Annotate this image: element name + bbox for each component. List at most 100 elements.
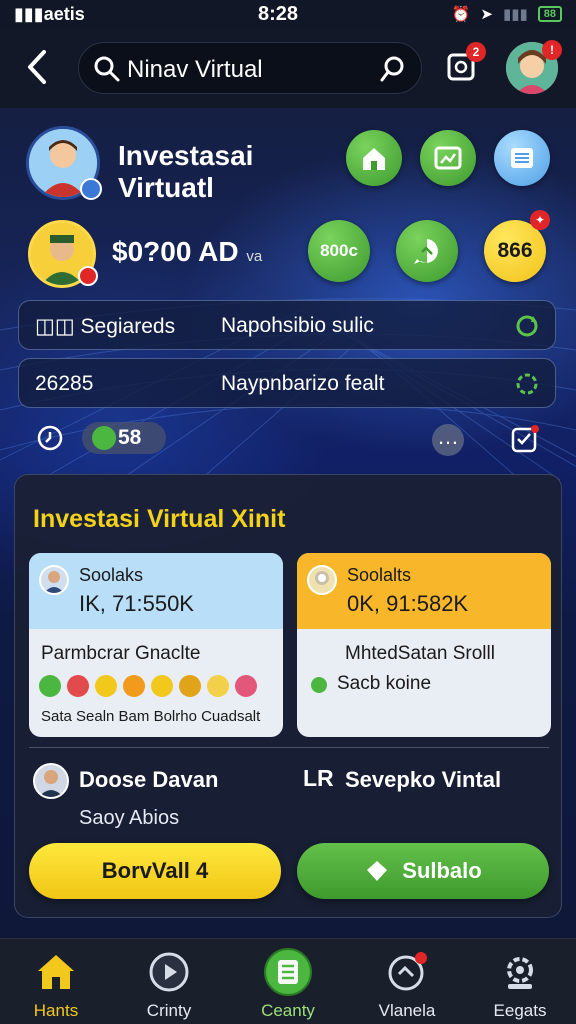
verified-icon bbox=[80, 178, 102, 200]
person-subtitle: Saoy Abios bbox=[79, 807, 180, 829]
house-icon bbox=[363, 148, 385, 170]
info-row[interactable]: 26285 Naypnbarizo fealt bbox=[18, 358, 556, 408]
divider bbox=[29, 747, 549, 748]
secondary-action-button[interactable]: Sulbalo bbox=[297, 843, 549, 899]
reaction-icon[interactable] bbox=[123, 675, 145, 697]
offer-description: MhtedSatan Srolll bbox=[345, 643, 495, 664]
offer-name: Soolaks bbox=[79, 565, 144, 585]
nav-item-home[interactable]: Hants bbox=[6, 947, 106, 1021]
alert-dot-icon bbox=[78, 266, 98, 286]
offer-value: 0K, 91:582K bbox=[347, 591, 469, 616]
coins-badge-icon: ✦ bbox=[530, 210, 550, 230]
row-value: Naypnbarizo fealt bbox=[221, 372, 385, 395]
message-icon bbox=[388, 952, 427, 991]
back-button[interactable] bbox=[22, 46, 56, 88]
info-row[interactable]: ◫◫ Segiareds Napohsibio sulic bbox=[18, 300, 556, 350]
avatar-badge-icon: ! bbox=[542, 40, 562, 60]
reaction-icon[interactable] bbox=[95, 675, 117, 697]
counter-dot-icon bbox=[92, 426, 116, 450]
signal-bars-icon: ▮▮▮ bbox=[502, 6, 528, 23]
nav-item-center[interactable]: Ceanty bbox=[238, 947, 338, 1021]
signal-icon: ▮▮▮ bbox=[14, 4, 44, 24]
offer-subtext: Sacb koine bbox=[337, 673, 432, 694]
grid-icon: ◫◫ bbox=[35, 315, 75, 338]
search-bar[interactable]: Ninav Virtual bbox=[78, 42, 422, 94]
status-bar: ▮▮▮aetis 8:28 ⏰ ➤ ▮▮▮ 88 bbox=[0, 0, 576, 30]
home-icon bbox=[38, 955, 74, 989]
reaction-icon[interactable] bbox=[235, 675, 257, 697]
status-icons: ⏰ ➤ ▮▮▮ 88 bbox=[452, 5, 562, 23]
search-icon bbox=[94, 56, 120, 82]
checklist-icon[interactable] bbox=[510, 424, 540, 454]
nav-label: Vlanela bbox=[378, 1001, 436, 1020]
nav-item-settings[interactable]: Eegats bbox=[470, 947, 570, 1021]
offer-card-right[interactable]: Soolalts 0K, 91:582K MhtedSatan Srolll S… bbox=[297, 553, 551, 737]
nav-label: Eegats bbox=[493, 1001, 547, 1020]
avatar bbox=[39, 565, 69, 595]
nav-item-activity[interactable]: Crinty bbox=[119, 947, 219, 1021]
location-icon: ➤ bbox=[480, 6, 493, 23]
chart-action-button[interactable] bbox=[420, 130, 476, 186]
nav-label: Hants bbox=[33, 1001, 79, 1020]
person-avatar-icon bbox=[315, 571, 329, 585]
person-avatar[interactable] bbox=[33, 763, 69, 799]
ellipsis-icon: … bbox=[437, 424, 459, 449]
more-options-button[interactable]: … bbox=[432, 424, 464, 456]
diamond-icon bbox=[367, 861, 388, 881]
chat-button[interactable] bbox=[396, 220, 458, 282]
avatar bbox=[307, 565, 337, 595]
gear-icon bbox=[507, 957, 533, 989]
bottom-navigation: Hants Crinty Ceanty Vlanela Eegats bbox=[0, 938, 576, 1024]
star-icon[interactable] bbox=[207, 675, 229, 697]
offer-name: Soolalts bbox=[347, 565, 412, 585]
offer-card-header: Soolalts 0K, 91:582K bbox=[297, 553, 551, 629]
investment-card: Investasi Virtual Xinit Soolaks IK, 71:5… bbox=[14, 474, 562, 918]
primary-action-button[interactable]: BorvVall 4 bbox=[29, 843, 281, 899]
nav-label: Ceanty bbox=[261, 1001, 315, 1020]
list-icon bbox=[511, 148, 533, 168]
home-action-button[interactable] bbox=[346, 130, 402, 186]
reaction-icon[interactable] bbox=[151, 675, 173, 697]
lr-logo: LR bbox=[303, 765, 334, 791]
row-value: Napohsibio sulic bbox=[221, 314, 374, 337]
nav-item-messages[interactable]: Vlanela bbox=[357, 947, 457, 1021]
battery-icon: 88 bbox=[537, 6, 562, 22]
notification-badge: 2 bbox=[466, 42, 486, 62]
list-action-button[interactable] bbox=[494, 130, 550, 186]
carrier-label: ▮▮▮aetis bbox=[14, 4, 85, 24]
person-avatar-icon bbox=[44, 571, 64, 593]
reaction-icon[interactable] bbox=[39, 675, 61, 697]
status-dot-icon bbox=[311, 677, 327, 693]
page-title: Investasai Virtuatl bbox=[118, 140, 254, 203]
row-label: ◫◫ Segiareds bbox=[35, 315, 176, 338]
emoji-reactions[interactable] bbox=[39, 675, 257, 697]
settings-icon[interactable] bbox=[513, 370, 541, 398]
reaction-icon[interactable] bbox=[67, 675, 89, 697]
clock-icon[interactable] bbox=[36, 424, 64, 452]
row-label: 26285 bbox=[35, 372, 94, 395]
refresh-icon[interactable] bbox=[513, 312, 541, 340]
offer-card-left[interactable]: Soolaks IK, 71:550K Parmbcrar Gnaclte Sa… bbox=[29, 553, 283, 737]
offer-card-header: Soolaks IK, 71:550K bbox=[29, 553, 283, 629]
balance-green-button[interactable]: 800c bbox=[308, 220, 370, 282]
counter-pill[interactable]: 58 bbox=[82, 422, 166, 454]
nav-label: Crinty bbox=[146, 1001, 192, 1020]
search-submit-icon[interactable] bbox=[379, 55, 407, 83]
offer-description: Parmbcrar Gnaclte bbox=[41, 643, 201, 664]
reaction-icon[interactable] bbox=[179, 675, 201, 697]
app-header: Ninav Virtual 2 ! bbox=[0, 30, 576, 108]
search-input[interactable]: Ninav Virtual bbox=[127, 56, 263, 84]
offer-value: IK, 71:550K bbox=[79, 591, 194, 616]
play-circle-icon bbox=[149, 952, 189, 992]
clock: 8:28 bbox=[258, 3, 299, 25]
grid-list-icon bbox=[264, 948, 312, 996]
chart-icon bbox=[434, 146, 462, 170]
person-avatar-icon bbox=[39, 770, 63, 797]
alarm-icon: ⏰ bbox=[451, 6, 471, 23]
balance-amount: $0?00 AD va bbox=[112, 236, 263, 267]
notifications-button[interactable]: 2 bbox=[446, 42, 486, 87]
offer-footer: Sata Sealn Bam Bolrho Cuadsalt bbox=[41, 708, 261, 725]
secondary-title: Sevepko Vintal bbox=[345, 767, 502, 792]
person-name: Doose Davan bbox=[79, 767, 219, 792]
card-title: Investasi Virtual Xinit bbox=[33, 505, 286, 533]
